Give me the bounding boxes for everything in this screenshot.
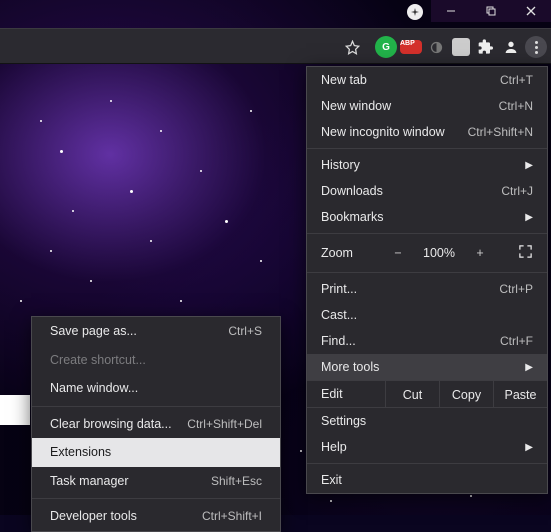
menu-exit[interactable]: Exit — [307, 467, 547, 493]
zoom-label: Zoom — [321, 246, 381, 260]
g-extension-icon[interactable]: G — [375, 36, 397, 58]
main-menu: New tab Ctrl+T New window Ctrl+N New inc… — [306, 66, 548, 494]
menu-new-window[interactable]: New window Ctrl+N — [307, 93, 547, 119]
menu-settings[interactable]: Settings — [307, 408, 547, 434]
browser-toolbar: G ABP — [0, 28, 551, 64]
extension-icon-4[interactable] — [450, 36, 472, 58]
copy-button[interactable]: Copy — [439, 381, 493, 407]
chevron-right-icon: ▶ — [517, 160, 533, 171]
submenu-extensions[interactable]: Extensions — [32, 438, 280, 467]
bookmark-star-icon[interactable] — [341, 36, 363, 58]
zoom-in-button[interactable]: + — [463, 246, 497, 260]
submenu-name-window[interactable]: Name window... — [32, 374, 280, 403]
menu-cast[interactable]: Cast... — [307, 302, 547, 328]
menu-new-incognito[interactable]: New incognito window Ctrl+Shift+N — [307, 119, 547, 145]
minimize-button[interactable] — [431, 0, 471, 22]
menu-new-tab[interactable]: New tab Ctrl+T — [307, 67, 547, 93]
menu-help[interactable]: Help ▶ — [307, 434, 547, 460]
notification-badge[interactable] — [407, 4, 423, 20]
menu-more-tools[interactable]: More tools ▶ — [307, 354, 547, 380]
menu-downloads[interactable]: Downloads Ctrl+J — [307, 178, 547, 204]
fullscreen-icon[interactable] — [518, 244, 533, 262]
chevron-right-icon: ▶ — [517, 442, 533, 453]
zoom-percent: 100% — [415, 246, 463, 260]
menu-edit-row: Edit Cut Copy Paste — [307, 380, 547, 408]
abp-extension-icon[interactable]: ABP — [400, 36, 422, 58]
edit-label: Edit — [307, 387, 385, 401]
maximize-button[interactable] — [471, 0, 511, 22]
submenu-create-shortcut: Create shortcut... — [32, 346, 280, 375]
submenu-clear-browsing-data[interactable]: Clear browsing data... Ctrl+Shift+Del — [32, 410, 280, 439]
chevron-right-icon: ▶ — [517, 212, 533, 223]
submenu-developer-tools[interactable]: Developer tools Ctrl+Shift+I — [32, 502, 280, 531]
extension-icon-3[interactable] — [425, 36, 447, 58]
menu-item-label: New tab — [321, 73, 500, 87]
cut-button[interactable]: Cut — [385, 381, 439, 407]
menu-find[interactable]: Find... Ctrl+F — [307, 328, 547, 354]
profile-icon[interactable] — [500, 36, 522, 58]
menu-print[interactable]: Print... Ctrl+P — [307, 276, 547, 302]
paste-button[interactable]: Paste — [493, 381, 547, 407]
close-button[interactable] — [511, 0, 551, 22]
more-tools-submenu: Save page as... Ctrl+S Create shortcut..… — [31, 316, 281, 532]
menu-shortcut: Ctrl+T — [500, 73, 533, 87]
menu-kebab-button[interactable] — [525, 36, 547, 58]
submenu-save-page[interactable]: Save page as... Ctrl+S — [32, 317, 280, 346]
submenu-task-manager[interactable]: Task manager Shift+Esc — [32, 467, 280, 496]
extensions-puzzle-icon[interactable] — [475, 36, 497, 58]
menu-history[interactable]: History ▶ — [307, 152, 547, 178]
chevron-right-icon: ▶ — [517, 362, 533, 373]
menu-zoom-row: Zoom − 100% + — [307, 237, 547, 269]
menu-bookmarks[interactable]: Bookmarks ▶ — [307, 204, 547, 230]
zoom-out-button[interactable]: − — [381, 246, 415, 260]
